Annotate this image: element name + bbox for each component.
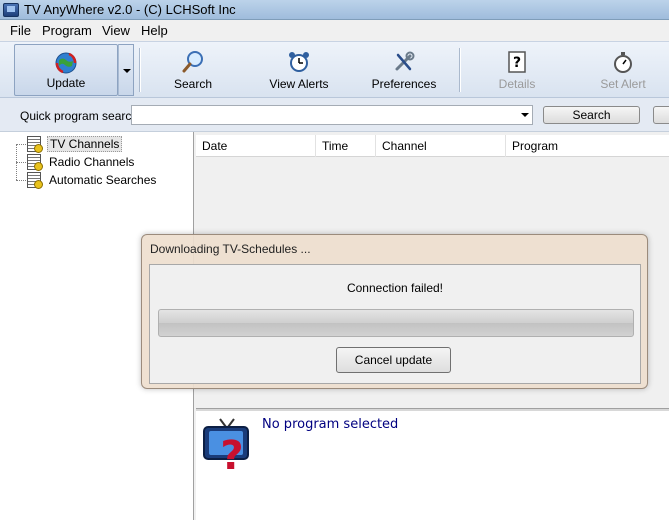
quick-search-label: Quick program search <box>20 109 139 123</box>
app-icon <box>3 3 19 17</box>
quick-search-button[interactable]: Search <box>543 106 640 124</box>
download-dialog: Downloading TV-Schedules ... Connection … <box>141 234 648 389</box>
quick-search-bar: Quick program search Search <box>0 98 669 132</box>
stopwatch-icon <box>614 52 632 73</box>
globe-refresh-icon <box>55 52 77 74</box>
tree-item-label: Automatic Searches <box>49 173 157 187</box>
view-alerts-label: View Alerts <box>269 77 329 91</box>
connection-status-message: Connection failed! <box>346 281 444 295</box>
menu-file[interactable]: File <box>10 23 31 38</box>
details-button[interactable]: ? Details <box>490 44 544 96</box>
svg-text:?: ? <box>220 433 243 471</box>
quick-search-input[interactable] <box>131 105 533 125</box>
set-alert-label: Set Alert <box>600 77 646 91</box>
tv-question-icon: ? <box>203 418 249 471</box>
quick-search-extra-button[interactable] <box>653 106 669 124</box>
view-alerts-button[interactable]: View Alerts <box>262 44 336 96</box>
set-alert-button[interactable]: Set Alert <box>593 44 653 96</box>
list-header: Date Time Channel Program <box>196 135 669 157</box>
toolbar-separator <box>139 48 140 92</box>
column-header-channel[interactable]: Channel <box>376 135 506 157</box>
preferences-label: Preferences <box>371 77 437 91</box>
column-header-date[interactable]: Date <box>196 135 316 157</box>
search-button[interactable]: Search <box>160 44 226 96</box>
question-document-icon: ? <box>508 51 526 73</box>
preferences-button[interactable]: Preferences <box>366 44 442 96</box>
update-label: Update <box>46 76 86 90</box>
menu-bar: File Program View Help <box>0 20 669 41</box>
no-program-message: No program selected <box>262 417 399 432</box>
alarm-clock-icon <box>289 52 309 72</box>
details-label: Details <box>498 77 536 91</box>
quick-search-dropdown-icon[interactable] <box>517 106 532 124</box>
magnifier-icon <box>182 51 203 73</box>
download-progress-bar <box>158 309 634 337</box>
chevron-down-icon <box>123 69 131 73</box>
menu-program[interactable]: Program <box>42 23 92 38</box>
menu-help[interactable]: Help <box>141 23 168 38</box>
wrench-screwdriver-icon <box>395 51 415 71</box>
dialog-body: Connection failed! Cancel update <box>149 264 641 384</box>
menu-view[interactable]: View <box>102 23 130 38</box>
column-header-time[interactable]: Time <box>316 135 376 157</box>
program-info-panel: ? No program selected <box>196 411 669 520</box>
toolbar: Update Search View Alerts Preferences ? … <box>0 41 669 98</box>
window-title: TV AnyWhere v2.0 - (C) LCHSoft Inc <box>24 2 236 17</box>
update-dropdown-button[interactable] <box>118 44 134 96</box>
document-icon <box>27 172 43 189</box>
title-bar: TV AnyWhere v2.0 - (C) LCHSoft Inc <box>0 0 669 20</box>
tree-item-label: TV Channels <box>47 136 123 152</box>
document-icon <box>27 154 43 171</box>
tree-item-label: Radio Channels <box>49 155 135 169</box>
dialog-title: Downloading TV-Schedules ... <box>150 242 311 256</box>
column-header-program[interactable]: Program <box>506 135 669 157</box>
document-icon <box>27 136 43 153</box>
toolbar-separator <box>459 48 460 92</box>
cancel-update-button[interactable]: Cancel update <box>336 347 451 373</box>
search-label: Search <box>173 77 213 91</box>
update-button[interactable]: Update <box>14 44 118 96</box>
svg-text:?: ? <box>513 55 521 71</box>
